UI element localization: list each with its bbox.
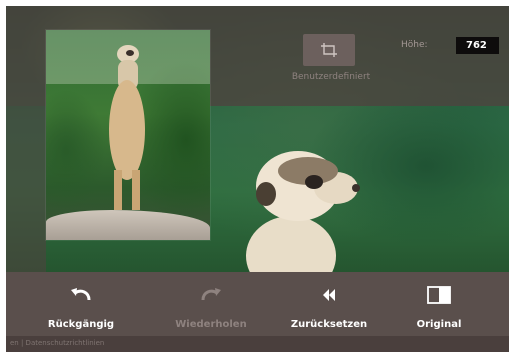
rock-image	[46, 210, 210, 240]
crop-editor: Benutzerdefiniert Höhe: Rückgängig Wiede…	[6, 6, 509, 352]
footer-links[interactable]: en | Datenschutzrichtlinien	[10, 339, 104, 347]
reset-label: Zurücksetzen	[290, 319, 368, 330]
original-compare-icon	[427, 286, 451, 304]
height-field[interactable]	[456, 37, 499, 54]
crop-preset-button[interactable]	[303, 34, 355, 66]
crop-mask-left	[6, 106, 46, 272]
redo-button[interactable]: Wiederholen	[156, 284, 266, 331]
redo-icon	[201, 288, 221, 301]
height-label: Höhe:	[401, 40, 428, 50]
redo-label: Wiederholen	[175, 319, 247, 330]
bottom-toolbar: Rückgängig Wiederholen Zurücksetzen Orig…	[6, 272, 509, 336]
crop-preset-label: Benutzerdefiniert	[291, 72, 371, 82]
undo-button[interactable]: Rückgängig	[26, 284, 136, 331]
meerkat-standing-image	[109, 45, 145, 210]
undo-label: Rückgängig	[47, 319, 115, 330]
original-label: Original	[416, 319, 462, 330]
crop-preview[interactable]	[46, 30, 210, 240]
reset-button[interactable]: Zurücksetzen	[274, 284, 384, 331]
reset-icon	[323, 289, 335, 301]
meerkat-image	[246, 151, 360, 276]
footer: en | Datenschutzrichtlinien	[6, 336, 509, 352]
original-button[interactable]: Original	[384, 284, 494, 331]
undo-icon	[71, 288, 91, 301]
crop-icon	[321, 43, 337, 57]
